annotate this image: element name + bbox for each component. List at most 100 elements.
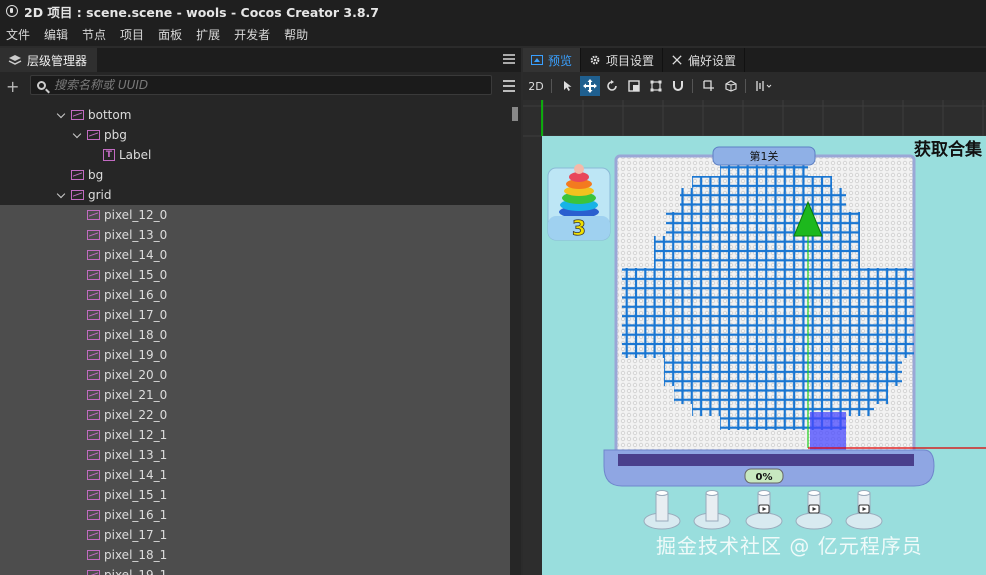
- node-icon: [87, 530, 100, 540]
- rect-tool-icon[interactable]: [646, 76, 666, 96]
- scene-viewport[interactable]: 第1关 获取合集 3 0%: [523, 100, 986, 575]
- tab-preferences[interactable]: 偏好设置: [663, 48, 746, 72]
- spool-slot[interactable]: [643, 490, 681, 530]
- tree-row-label: pixel_13_0: [104, 228, 168, 242]
- tree-scrollbar[interactable]: [510, 105, 521, 575]
- expand-chevron-icon[interactable]: [72, 129, 84, 141]
- node-icon: [87, 230, 100, 240]
- node-icon: [87, 370, 100, 380]
- add-node-icon[interactable]: +: [6, 77, 22, 96]
- cocos-logo-icon: [6, 5, 18, 17]
- tab-hierarchy[interactable]: 层级管理器: [0, 48, 98, 72]
- tree-row-label: pixel_22_0: [104, 408, 168, 422]
- menu-project[interactable]: 项目: [120, 26, 144, 43]
- tree-row[interactable]: pixel_16_1: [0, 505, 510, 525]
- tree-row[interactable]: pixel_20_0: [0, 365, 510, 385]
- tree-row[interactable]: pixel_17_1: [0, 525, 510, 545]
- tree-row[interactable]: pixel_17_0: [0, 305, 510, 325]
- tree-row[interactable]: bg: [0, 165, 510, 185]
- rotate-tool-icon[interactable]: [602, 76, 622, 96]
- node-icon: [87, 450, 100, 460]
- magnet-icon[interactable]: [668, 76, 688, 96]
- tree-row[interactable]: pixel_14_1: [0, 465, 510, 485]
- tree-row-label: bg: [88, 168, 104, 182]
- tree-row[interactable]: pixel_15_1: [0, 485, 510, 505]
- video-spool-slot[interactable]: [795, 490, 833, 530]
- node-icon: [87, 130, 100, 140]
- menu-bar: 文件 编辑 节点 项目 面板 扩展 开发者 帮助: [0, 22, 986, 46]
- tree-row-label: pbg: [104, 128, 127, 142]
- tree-row-label: bottom: [88, 108, 132, 122]
- scale-tool-icon[interactable]: [624, 76, 644, 96]
- window-title: 2D 项目 : scene.scene - wools - Cocos Crea…: [24, 4, 379, 20]
- tree-row[interactable]: pixel_18_0: [0, 325, 510, 345]
- select-tool-icon[interactable]: [558, 76, 578, 96]
- tree-row-label: pixel_21_0: [104, 388, 168, 402]
- scene-toolbar: 2D: [523, 72, 986, 100]
- tree-row[interactable]: pixel_14_0: [0, 245, 510, 265]
- tab-project-settings-label: 项目设置: [606, 53, 655, 68]
- gear-icon: [590, 55, 600, 65]
- hierarchy-tab-bar: 层级管理器: [0, 48, 521, 72]
- tree-row-label: pixel_19_1: [104, 568, 168, 575]
- tree-row[interactable]: pixel_15_0: [0, 265, 510, 285]
- node-icon: [71, 110, 84, 120]
- align-dropdown-icon[interactable]: [752, 76, 778, 96]
- tab-project-settings[interactable]: 项目设置: [581, 48, 664, 72]
- menu-file[interactable]: 文件: [6, 26, 30, 43]
- panel-menu-icon[interactable]: [503, 54, 515, 64]
- menu-extension[interactable]: 扩展: [196, 26, 220, 43]
- tab-preview-label: 预览: [548, 53, 573, 68]
- tree-row[interactable]: pixel_19_1: [0, 565, 510, 575]
- tree-row[interactable]: pixel_13_1: [0, 445, 510, 465]
- menu-node[interactable]: 节点: [82, 26, 106, 43]
- tree-row[interactable]: pixel_12_1: [0, 425, 510, 445]
- label-component-icon: T: [103, 149, 115, 161]
- hierarchy-panel: 层级管理器 + bottom pbg T Label bg grid pixel_12_0p…: [0, 48, 521, 575]
- tree-row-label: pixel_17_0: [104, 308, 168, 322]
- spool-slots[interactable]: [643, 490, 883, 530]
- scene-tab-bar: 预览 项目设置 偏好设置: [523, 48, 986, 72]
- stack-count: 3: [572, 216, 586, 240]
- tree-row[interactable]: pixel_21_0: [0, 385, 510, 405]
- node-icon: [87, 430, 100, 440]
- watermark: 掘金技术社区 @ 亿元程序员: [656, 534, 923, 558]
- spool-slot[interactable]: [693, 490, 731, 530]
- tree-row[interactable]: pixel_13_0: [0, 225, 510, 245]
- tree-row[interactable]: bottom: [0, 105, 510, 125]
- mode-2d-button[interactable]: 2D: [525, 76, 547, 96]
- node-icon: [87, 490, 100, 500]
- video-spool-slot[interactable]: [745, 490, 783, 530]
- expand-chevron-icon[interactable]: [56, 109, 68, 121]
- scrollbar-thumb[interactable]: [512, 107, 518, 121]
- tree-row[interactable]: pixel_18_1: [0, 545, 510, 565]
- tree-row[interactable]: pixel_22_0: [0, 405, 510, 425]
- tree-row-label: pixel_18_1: [104, 548, 168, 562]
- node-tree: bottom pbg T Label bg grid pixel_12_0 pixel_13_…: [0, 105, 510, 575]
- toolbar-divider: [551, 79, 552, 93]
- search-input[interactable]: [52, 77, 476, 93]
- sort-icon[interactable]: [503, 80, 515, 92]
- progress-label: 0%: [756, 472, 773, 483]
- menu-panel[interactable]: 面板: [158, 26, 182, 43]
- collect-label: 获取合集: [914, 139, 983, 160]
- tree-row-label: grid: [88, 188, 112, 202]
- selected-pixel[interactable]: [810, 412, 846, 450]
- tree-row[interactable]: pixel_12_0: [0, 205, 510, 225]
- tree-row[interactable]: pixel_19_0: [0, 345, 510, 365]
- menu-help[interactable]: 帮助: [284, 26, 308, 43]
- tab-preview[interactable]: 预览: [523, 48, 582, 72]
- expand-chevron-icon[interactable]: [56, 189, 68, 201]
- coordinate-icon[interactable]: [721, 76, 741, 96]
- pivot-icon[interactable]: [699, 76, 719, 96]
- tree-row[interactable]: T Label: [0, 145, 510, 165]
- video-spool-slot[interactable]: [845, 490, 883, 530]
- move-tool-icon[interactable]: [580, 76, 600, 96]
- menu-developer[interactable]: 开发者: [234, 26, 270, 43]
- node-icon: [87, 250, 100, 260]
- menu-edit[interactable]: 编辑: [44, 26, 68, 43]
- tree-row[interactable]: pixel_16_0: [0, 285, 510, 305]
- tree-row[interactable]: pbg: [0, 125, 510, 145]
- toolbar-divider: [692, 79, 693, 93]
- tree-row[interactable]: grid: [0, 185, 510, 205]
